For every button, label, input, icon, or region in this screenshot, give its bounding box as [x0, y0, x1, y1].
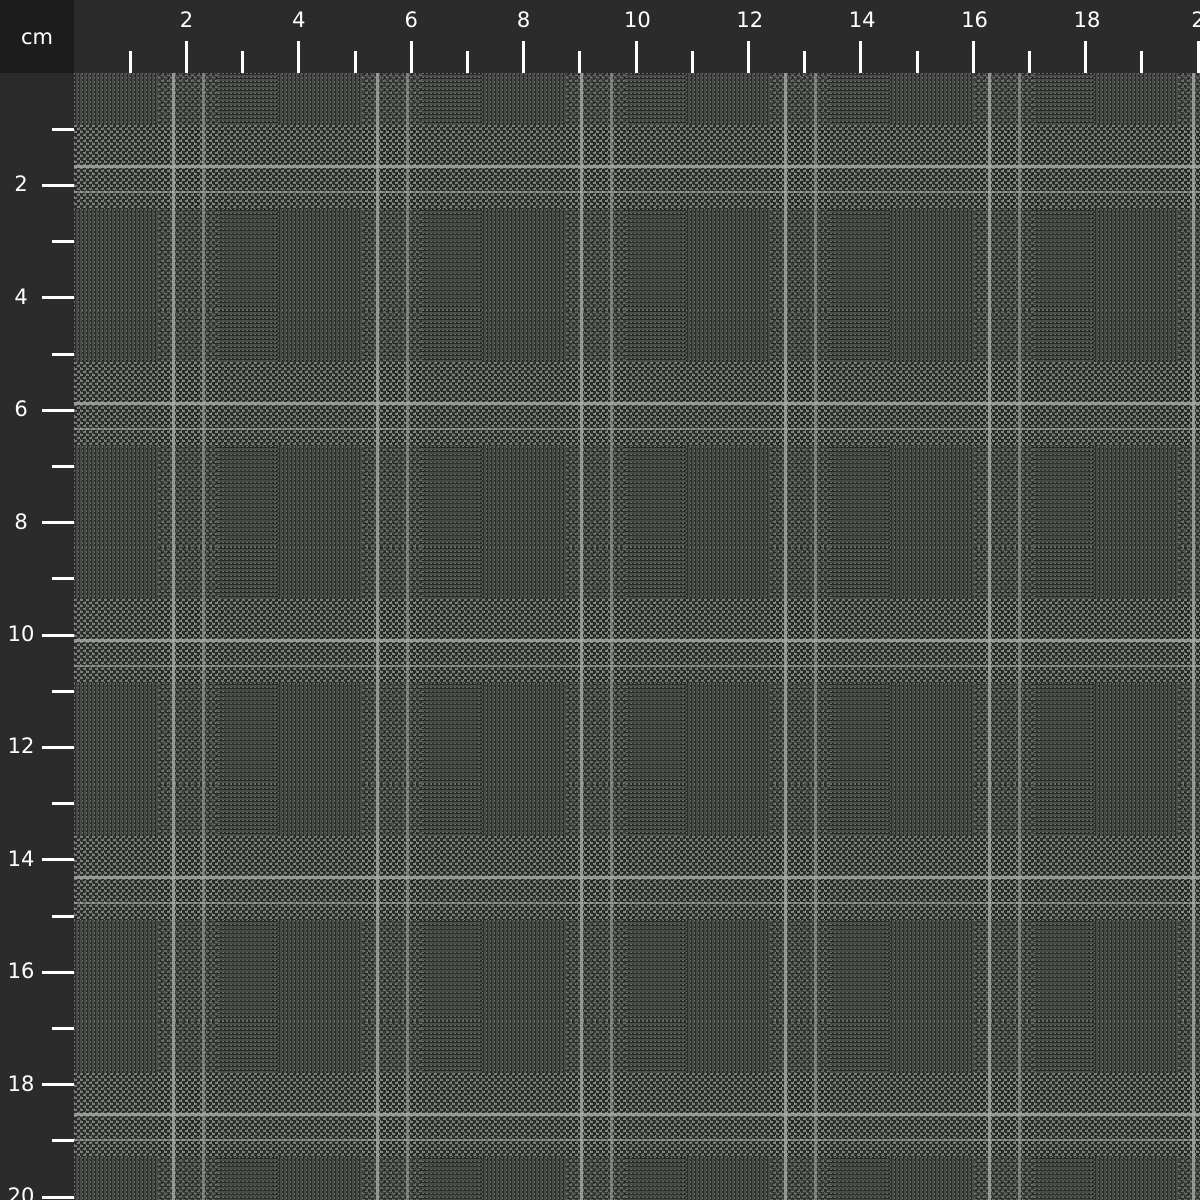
ruler-major-tick [746, 41, 750, 73]
ruler-label: 2 [14, 172, 28, 197]
ruler-major-tick [42, 970, 74, 974]
ruler-major-tick [42, 408, 74, 412]
glen-check-pattern [74, 73, 1200, 1200]
ruler-major-tick [42, 521, 74, 525]
ruler-minor-tick [465, 51, 469, 73]
ruler-label: 18 [7, 1071, 35, 1096]
ruler-major-tick [634, 41, 638, 73]
ruler-label: 2 [179, 8, 194, 32]
ruler-minor-tick [353, 51, 357, 73]
ruler-label: 20 [7, 1184, 35, 1200]
ruler-minor-tick [1027, 51, 1031, 73]
ruler-major-tick [42, 183, 74, 187]
unit-label: cm [0, 0, 74, 73]
ruler-major-tick [42, 745, 74, 749]
fabric-swatch-view: cm 2 4 6 8 10 12 14 16 18 2 2 4 6 8 10 12 14 16 18 20 [0, 0, 1200, 1200]
ruler-minor-tick [803, 51, 807, 73]
ruler-major-tick [42, 858, 74, 862]
ruler-label: 10 [7, 622, 35, 646]
ruler-minor-tick [1140, 51, 1144, 73]
ruler-minor-tick [52, 577, 74, 581]
ruler-minor-tick [52, 464, 74, 468]
ruler-label: 18 [1073, 8, 1101, 32]
ruler-major-tick [42, 296, 74, 300]
ruler-label: 2 [1191, 8, 1200, 32]
horizontal-ruler: 2 4 6 8 10 12 14 16 18 2 [74, 0, 1200, 73]
ruler-major-tick [1084, 41, 1088, 73]
fabric-swatch [74, 73, 1200, 1200]
ruler-label: 4 [14, 284, 28, 309]
ruler-label: 16 [7, 959, 35, 984]
ruler-minor-tick [52, 914, 74, 918]
ruler-minor-tick [52, 689, 74, 693]
ruler-minor-tick [915, 51, 919, 73]
ruler-minor-tick [52, 1139, 74, 1143]
ruler-label: 14 [848, 8, 876, 32]
ruler-label: 4 [292, 8, 306, 32]
ruler-label: 14 [7, 846, 35, 871]
ruler-label: 16 [961, 8, 988, 32]
ruler-label: 8 [14, 509, 28, 534]
ruler-major-tick [42, 1083, 74, 1087]
ruler-minor-tick [690, 51, 694, 73]
ruler-label: 10 [624, 8, 651, 32]
ruler-major-tick [522, 41, 526, 73]
ruler-minor-tick [52, 127, 74, 131]
vertical-ruler: 2 4 6 8 10 12 14 16 18 20 [0, 73, 74, 1200]
ruler-minor-tick [128, 51, 132, 73]
ruler-label: 12 [736, 8, 764, 32]
ruler-major-tick [1196, 41, 1200, 73]
ruler-label: 6 [404, 8, 418, 32]
ruler-major-tick [297, 41, 301, 73]
ruler-minor-tick [578, 51, 582, 73]
ruler-label: 12 [7, 734, 35, 759]
ruler-minor-tick [52, 352, 74, 356]
ruler-major-tick [42, 1195, 74, 1199]
ruler-major-tick [184, 41, 188, 73]
ruler-minor-tick [52, 802, 74, 806]
ruler-major-tick [409, 41, 413, 73]
ruler-label: 6 [14, 397, 28, 422]
ruler-minor-tick [52, 240, 74, 244]
ruler-minor-tick [241, 51, 245, 73]
ruler-major-tick [42, 633, 74, 637]
ruler-minor-tick [52, 1026, 74, 1030]
ruler-major-tick [859, 41, 863, 73]
ruler-label: 8 [516, 8, 531, 32]
ruler-major-tick [971, 41, 975, 73]
